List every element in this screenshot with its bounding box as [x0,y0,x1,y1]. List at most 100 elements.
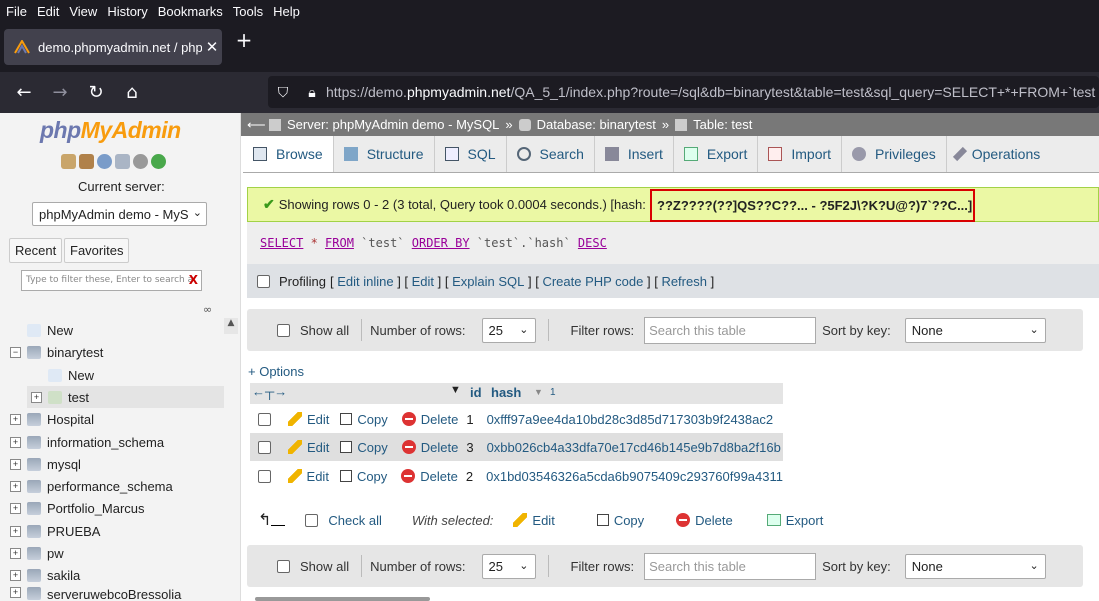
url-bar[interactable]: ⛉ 🔒︎ https://demo. phpmyadmin.net/QA_5_1/… [268,76,1099,108]
bulk-edit-button[interactable]: Edit [513,513,555,528]
show-all-label[interactable]: Show all [300,323,349,338]
docs-icon[interactable] [115,154,130,169]
row-delete-button[interactable]: Delete [401,440,458,455]
column-hash-header[interactable]: hash [491,385,521,400]
tree-item-new[interactable]: New [0,319,224,341]
tab-operations[interactable]: Operations [947,136,1050,172]
scroll-up-icon[interactable]: ▲ [224,318,238,334]
check-all-checkbox[interactable] [305,513,319,527]
options-link[interactable]: + Options [248,364,304,379]
exit-icon[interactable] [79,154,94,169]
sql-keyword[interactable]: ORDER BY [412,236,470,250]
phpmyadmin-logo[interactable]: phpMyAdmin [40,117,181,144]
num-rows-select[interactable]: 25 ⌄ [481,553,536,579]
new-tab-icon[interactable]: + [232,29,256,53]
sql-keyword[interactable]: FROM [325,236,354,250]
tree-item-serveruwebcobressolia[interactable]: + serveruwebcoBressolia [0,587,224,601]
favorites-button[interactable]: Favorites [64,238,130,263]
link-icon[interactable]: ∞ [203,303,212,316]
profiling-label[interactable]: Profiling [279,274,326,289]
collapse-panel-icon[interactable]: ⟵ [247,117,266,133]
row-copy-button[interactable]: Copy [340,440,388,455]
show-all-checkbox[interactable] [277,323,290,337]
lock-icon[interactable]: 🔒︎ [298,84,326,101]
edit-inline-link[interactable]: Edit inline [337,274,393,289]
breadcrumb-database[interactable]: Database: binarytest [537,117,656,132]
row-checkbox[interactable] [258,440,271,454]
horizontal-scrollbar[interactable] [255,597,430,601]
tab-sql[interactable]: SQL [435,136,507,172]
edit-link[interactable]: Edit [412,274,434,289]
show-all-label[interactable]: Show all [300,559,349,574]
tree-item-hospital[interactable]: + Hospital [0,408,224,430]
row-edit-button[interactable]: Edit [288,412,329,427]
column-id-header[interactable]: id [470,385,482,400]
explain-sql-link[interactable]: Explain SQL [452,274,524,289]
tree-item-sakila[interactable]: + sakila [0,564,224,586]
row-hash[interactable]: 0x1bd03546326a5cda6b9075409c293760f99a43… [486,469,783,484]
sql-keyword[interactable]: SELECT [260,236,303,250]
expand-icon[interactable]: + [10,569,21,581]
menu-help[interactable]: Help [268,4,305,19]
row-delete-button[interactable]: Delete [401,412,458,427]
recent-button[interactable]: Recent [9,238,63,263]
check-all-label[interactable]: Check all [328,513,381,528]
server-select[interactable]: phpMyAdmin demo - MyS ⌄ [32,202,207,226]
column-menu-icon[interactable]: ▼ [450,384,461,396]
row-copy-button[interactable]: Copy [339,469,387,484]
menu-edit[interactable]: Edit [32,4,64,19]
menu-bookmarks[interactable]: Bookmarks [153,4,228,19]
expand-icon[interactable]: + [10,436,21,448]
menu-tools[interactable]: Tools [228,4,268,19]
reload-icon[interactable]: ↻ [78,78,114,108]
home-icon[interactable] [61,154,76,169]
row-delete-button[interactable]: Delete [401,469,458,484]
bulk-copy-button[interactable]: Copy [596,513,644,528]
num-rows-select[interactable]: 25 ⌄ [481,317,536,343]
tab-insert[interactable]: Insert [595,136,674,172]
clear-filter-icon[interactable]: X [189,273,198,287]
back-icon[interactable]: ← [6,78,42,108]
row-edit-button[interactable]: Edit [287,469,329,484]
tree-item-performance-schema[interactable]: + performance_schema [0,475,224,497]
create-php-code-link[interactable]: Create PHP code [542,274,643,289]
sort-by-key-select[interactable]: None ⌄ [904,317,1046,343]
tree-item-prueba[interactable]: + PRUEBA [0,520,224,542]
tab-search[interactable]: Search [507,136,595,172]
expand-icon[interactable]: + [10,525,21,537]
filter-rows-input[interactable]: Search this table [644,552,817,580]
home-icon[interactable]: ⌂ [114,78,150,108]
tree-item-mysql[interactable]: + mysql [0,453,224,475]
filter-rows-input[interactable]: Search this table [644,316,817,344]
sort-by-key-select[interactable]: None ⌄ [904,553,1046,579]
tree-item-pw[interactable]: + pw [0,542,224,564]
expand-icon[interactable]: + [10,413,21,425]
tree-item-information-schema[interactable]: + information_schema [0,431,224,453]
tab-structure[interactable]: Structure [334,136,435,172]
breadcrumb-server[interactable]: Server: phpMyAdmin demo - MySQL [287,117,499,132]
expand-icon[interactable]: + [10,502,21,514]
profiling-checkbox[interactable] [257,274,270,288]
browser-tab[interactable]: demo.phpmyadmin.net / phpM ✕ [4,29,222,65]
tree-item-test[interactable]: + test [27,386,224,408]
tab-export[interactable]: Export [674,136,759,172]
tree-item-new-table[interactable]: New [0,364,224,386]
sql-query-display[interactable]: SELECT * FROM `test` ORDER BY `test`.`ha… [247,222,1099,264]
show-all-checkbox[interactable] [277,559,290,573]
expand-icon[interactable]: + [10,480,21,492]
row-copy-button[interactable]: Copy [340,412,388,427]
bulk-delete-button[interactable]: Delete [676,513,733,528]
expand-icon[interactable]: + [31,391,42,403]
tree-item-portfolio-marcus[interactable]: + Portfolio_Marcus [0,497,224,519]
tab-import[interactable]: Import [758,136,843,172]
close-tab-icon[interactable]: ✕ [202,38,222,56]
row-hash[interactable]: 0xfff97a9ee4da10bd28c3d85d717303b9f2438a… [487,412,774,427]
row-edit-button[interactable]: Edit [288,440,329,455]
breadcrumb-table[interactable]: Table: test [693,117,752,132]
reload-nav-icon[interactable] [151,154,166,169]
row-hash[interactable]: 0xbb026cb4a33dfa70e17cd46b145e9b7d8ba2f1… [487,440,781,455]
tab-browse[interactable]: Browse [243,136,334,172]
tab-privileges[interactable]: Privileges [842,136,947,172]
expand-icon[interactable]: + [10,458,21,470]
expand-icon[interactable]: + [10,587,21,598]
